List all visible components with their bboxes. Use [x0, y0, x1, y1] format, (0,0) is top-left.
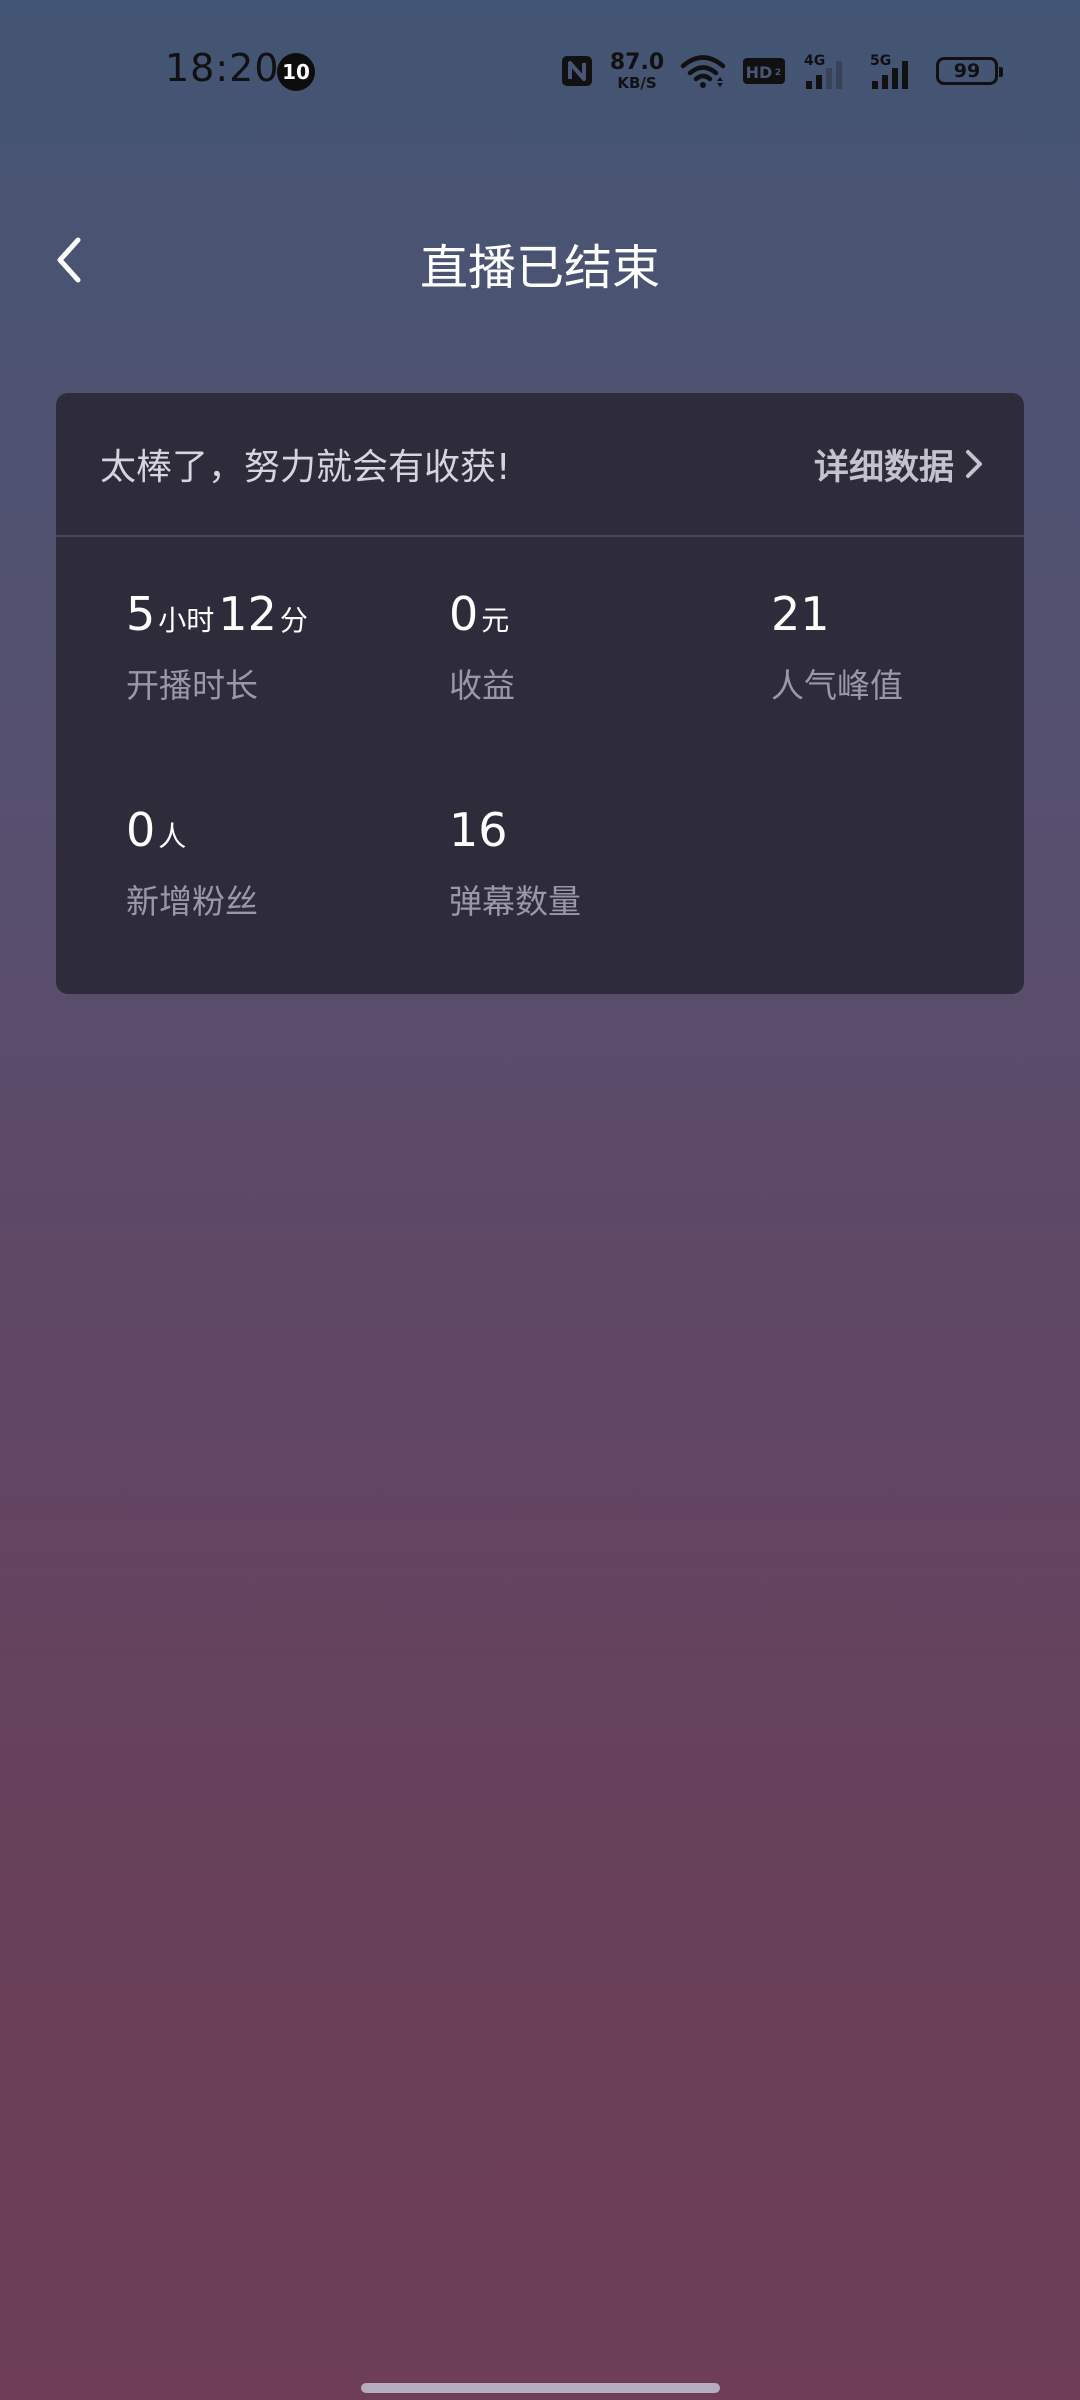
status-icons: 87.0 KB/S HD 2 4G 5G 99 [560, 48, 1003, 94]
stats-grid: 5 小时 12 分 开播时长 0 元 收益 21 人气峰值 0 人 新增粉丝 1… [56, 537, 1024, 992]
sig1-label: 4G [804, 53, 825, 69]
status-time: 18:20 [165, 46, 280, 90]
battery-icon: 99 [936, 57, 1003, 85]
stat-value: 16 [449, 803, 749, 865]
network-speed: 87.0 KB/S [609, 49, 665, 92]
card-message: 太棒了，努力就会有收获! [100, 447, 511, 488]
stat-label: 人气峰值 [771, 666, 903, 705]
stat-number: 12 [218, 587, 277, 641]
status-bar: 18:20 10 87.0 KB/S HD 2 4G 5G 99 [0, 0, 1080, 140]
stat-number: 16 [449, 803, 508, 857]
svg-text:2: 2 [775, 68, 781, 78]
stat-label: 新增粉丝 [126, 882, 258, 921]
notification-badge: 10 [277, 53, 315, 91]
network-speed-unit: KB/S [617, 73, 657, 92]
stat-number: 0 [126, 803, 156, 857]
stat-number: 5 [126, 587, 156, 641]
wifi-icon [680, 55, 726, 88]
page-title: 直播已结束 [419, 240, 660, 296]
stat-label: 开播时长 [126, 666, 258, 705]
stat-label: 弹幕数量 [449, 882, 581, 921]
stat-unit: 人 [158, 820, 187, 853]
stat-value: 5 小时 12 分 [126, 587, 426, 649]
stat-new-followers: 0 人 新增粉丝 [126, 803, 426, 923]
stat-broadcast-duration: 5 小时 12 分 开播时长 [126, 587, 426, 707]
stat-unit: 元 [481, 604, 510, 637]
home-indicator[interactable] [361, 2383, 720, 2393]
stat-danmaku-count: 16 弹幕数量 [449, 803, 749, 923]
stat-value: 0 人 [126, 803, 426, 865]
stat-label: 收益 [449, 666, 515, 705]
card-header: 太棒了，努力就会有收获! 详细数据 [56, 393, 1024, 537]
hd-icon: HD 2 [743, 58, 785, 84]
battery-level: 99 [953, 60, 981, 82]
detail-data-link[interactable]: 详细数据 [814, 439, 984, 490]
stat-number: 21 [771, 587, 830, 641]
stat-peak-popularity: 21 人气峰值 [771, 587, 1024, 707]
header: 直播已结束 [0, 200, 1080, 320]
stats-card: 太棒了，努力就会有收获! 详细数据 5 小时 12 分 开播时长 0 元 收益 [56, 393, 1024, 994]
signal-icon-5g: 5G [870, 53, 908, 89]
stat-value: 0 元 [449, 587, 749, 649]
stat-unit: 小时 [158, 604, 215, 637]
signal-icon-4g: 4G [804, 53, 842, 89]
nfc-icon [562, 56, 592, 86]
network-speed-value: 87.0 [609, 49, 665, 75]
stat-number: 0 [449, 587, 479, 641]
stat-value: 21 [771, 587, 1024, 649]
stat-unit: 分 [279, 604, 308, 637]
detail-data-label: 详细数据 [813, 447, 954, 488]
stat-earnings: 0 元 收益 [449, 587, 749, 707]
sig2-label: 5G [870, 53, 891, 69]
hd-label: HD [746, 63, 773, 82]
chevron-right-icon [966, 450, 982, 478]
